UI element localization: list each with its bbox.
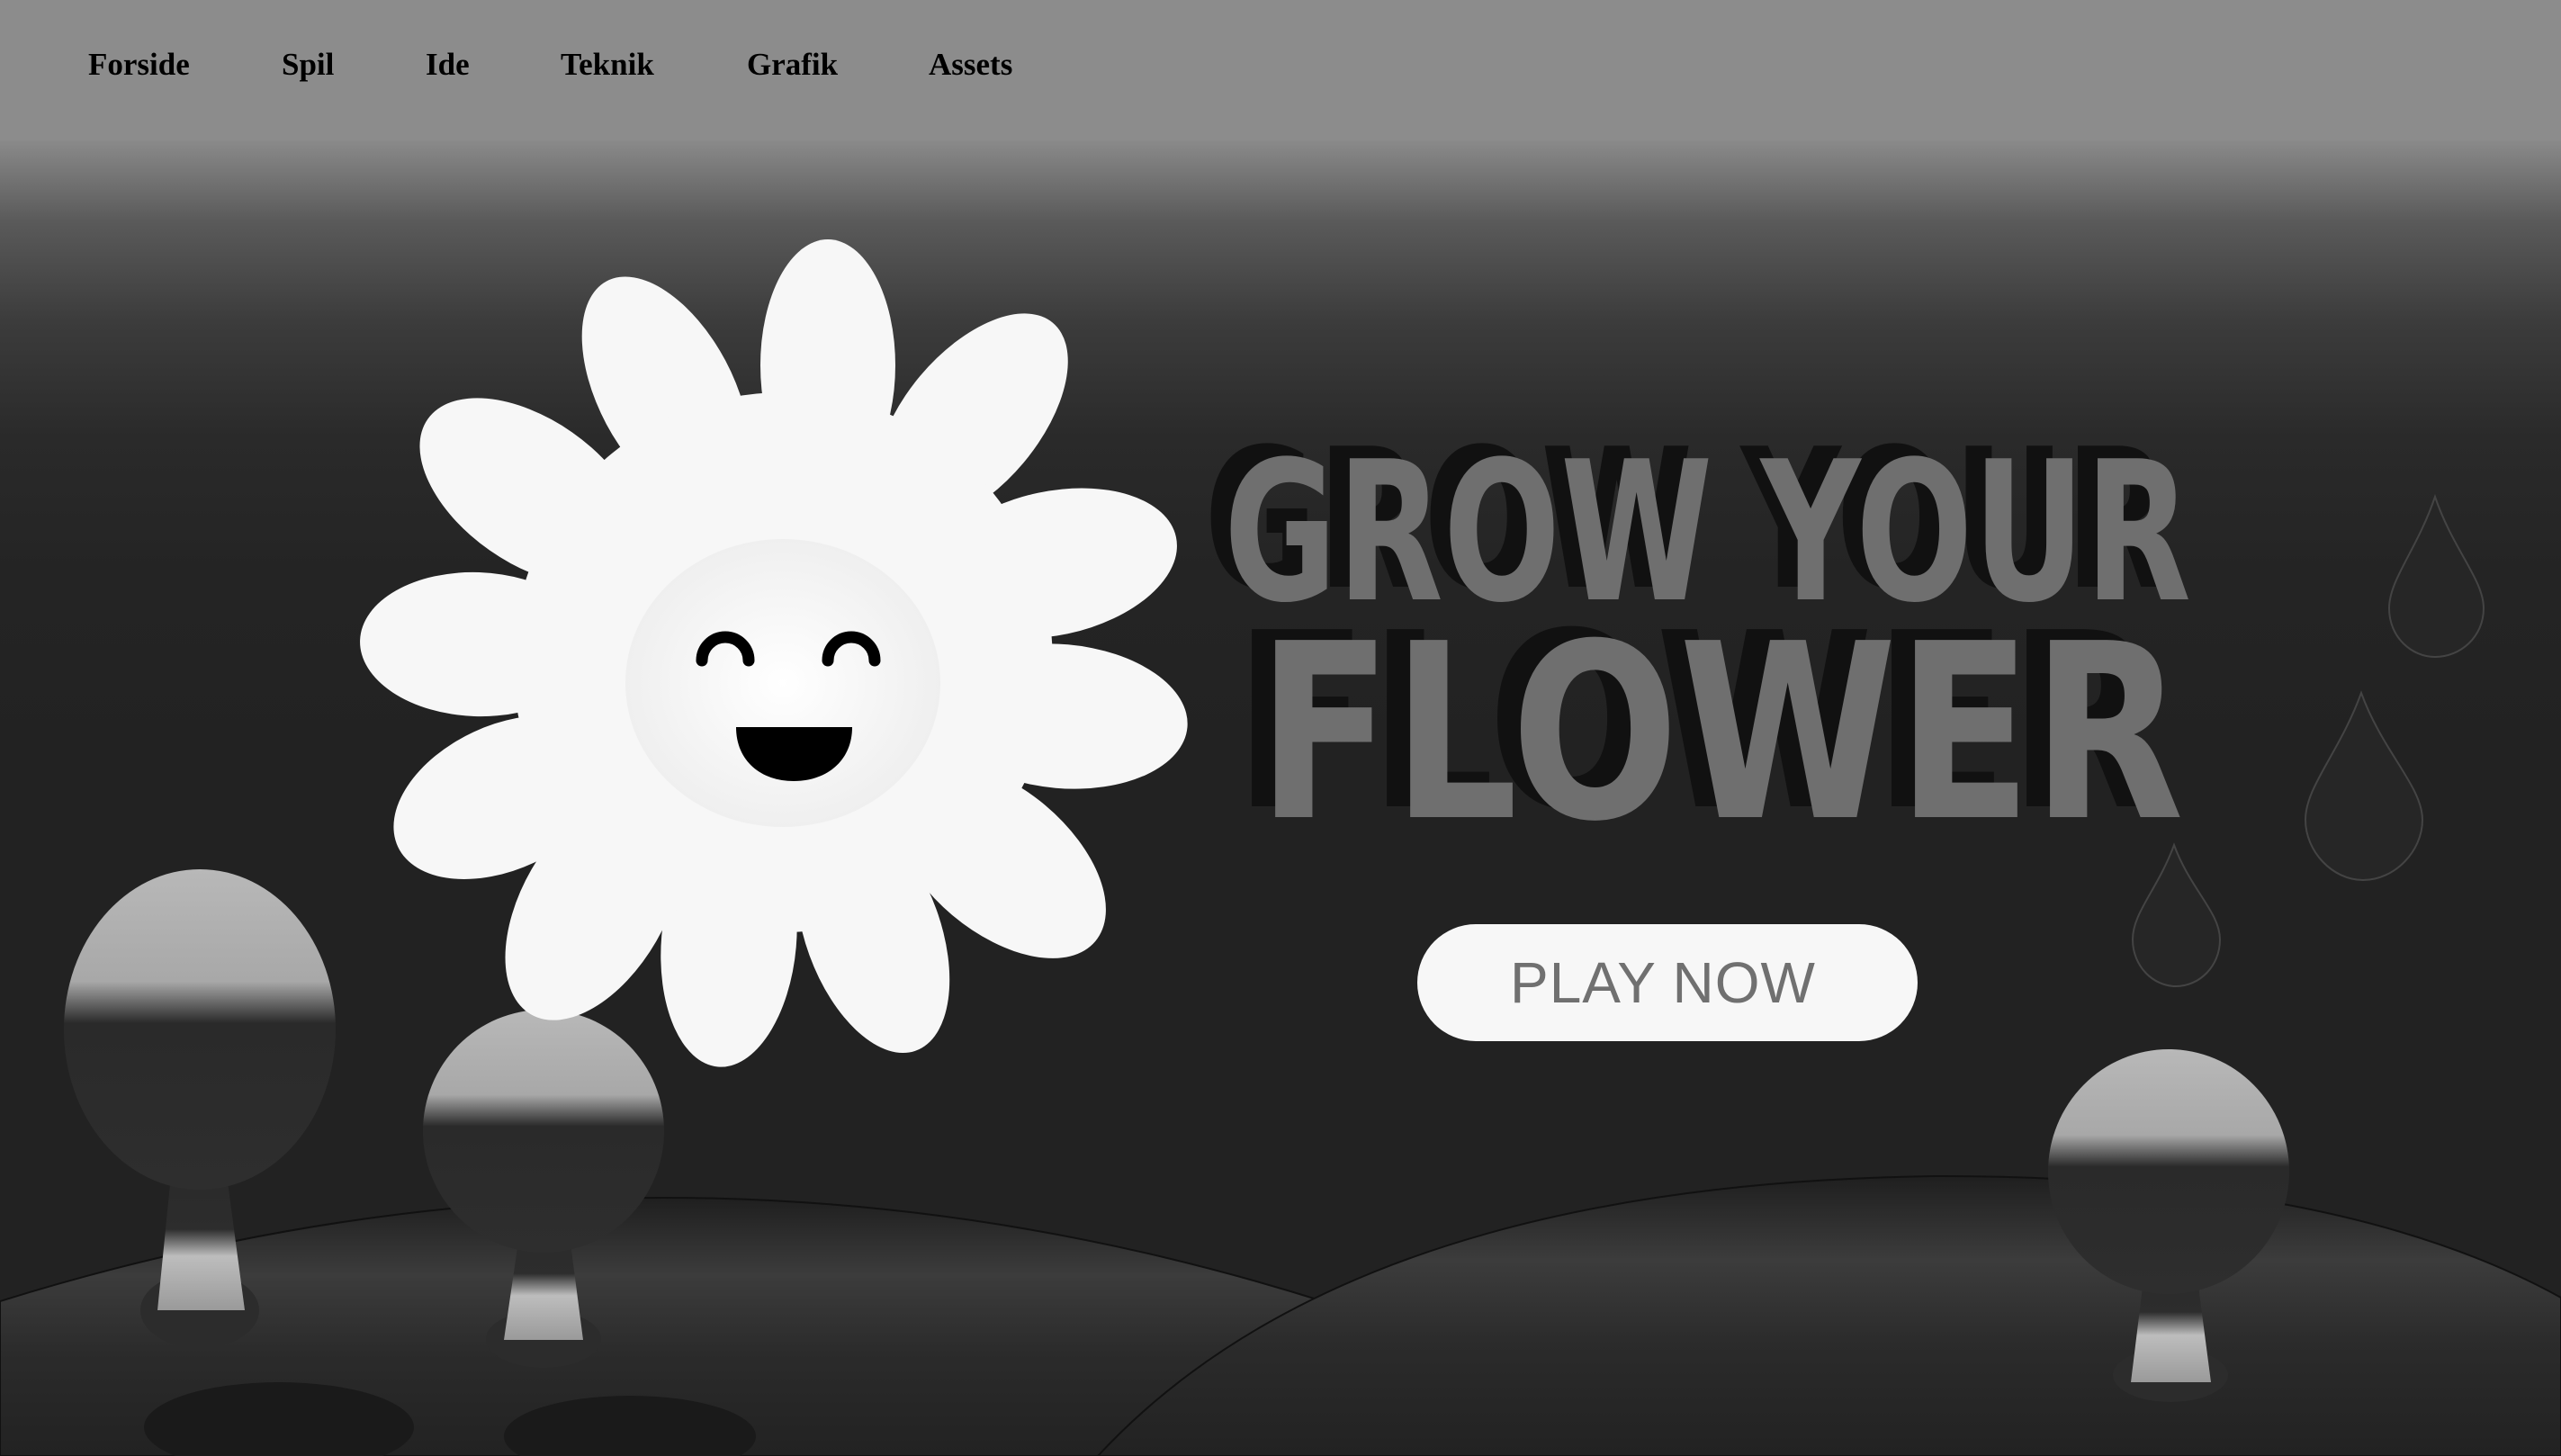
raindrop-icon [2387,493,2485,659]
nav-link-teknik[interactable]: Teknik [561,47,654,83]
nav-link-ide[interactable]: Ide [426,47,470,83]
nav-link-forside[interactable]: Forside [88,47,190,83]
hero-artwork: GROW YOUR GROW YOUR FLOWER FLOWER [0,239,2561,1456]
hero-title-line2: FLOWER [1257,591,2184,875]
raindrop-icon [2304,690,2424,882]
nav-link-grafik[interactable]: Grafik [747,47,838,83]
top-navigation: Forside Spil Ide Teknik Grafik Assets [0,0,2561,140]
play-now-label: PLAY NOW [1510,950,1816,1015]
hill-right [1096,1174,2561,1456]
hero-scene: GROW YOUR GROW YOUR FLOWER FLOWER PLAY N… [0,140,2561,1456]
hero-title: GROW YOUR GROW YOUR FLOWER FLOWER [1204,407,2191,875]
smiling-daisy-icon [360,239,1188,1067]
nav-link-spil[interactable]: Spil [282,47,334,83]
nav-link-assets[interactable]: Assets [929,47,1012,83]
play-now-button[interactable]: PLAY NOW [1417,924,1918,1041]
